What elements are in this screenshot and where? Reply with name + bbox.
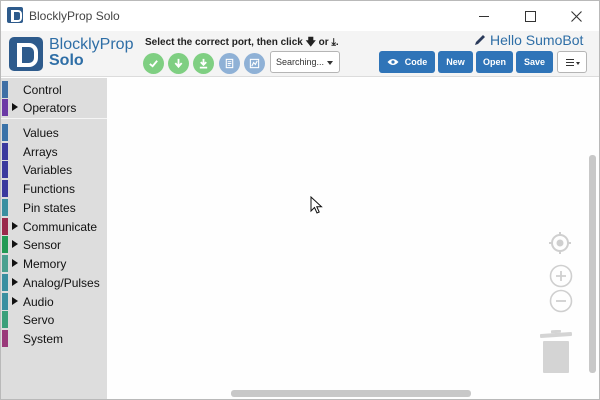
- recenter-icon[interactable]: [548, 231, 572, 255]
- expand-arrow-icon[interactable]: [12, 259, 18, 267]
- mouse-cursor-icon: [310, 196, 323, 214]
- code-button[interactable]: Code: [379, 51, 435, 73]
- sidebar-category-label: Memory: [23, 257, 67, 271]
- app-window: BlocklyProp Solo BlocklyProp Solo Select…: [0, 0, 600, 400]
- sidebar-category-label: Values: [23, 126, 59, 140]
- sidebar-category-servo[interactable]: Servo: [1, 311, 107, 328]
- project-name[interactable]: Hello SumoBot: [473, 32, 583, 48]
- toolbar: BlocklyProp Solo Select the correct port…: [1, 31, 599, 77]
- serial-terminal-icon[interactable]: [219, 53, 240, 74]
- sidebar-category-label: Operators: [23, 101, 77, 115]
- title-bar: BlocklyProp Solo: [1, 1, 599, 31]
- category-color-stripe: [2, 99, 8, 116]
- sidebar-category-label: Audio: [23, 295, 54, 309]
- category-color-stripe: [2, 124, 8, 141]
- port-instruction: Select the correct port, then click 🡇 or…: [145, 35, 339, 52]
- trash-icon[interactable]: [539, 330, 573, 374]
- sidebar-category-audio[interactable]: Audio: [1, 293, 107, 310]
- project-name-text: Hello SumoBot: [490, 32, 584, 48]
- new-button[interactable]: New: [438, 51, 473, 73]
- category-color-stripe: [2, 199, 8, 216]
- expand-arrow-icon[interactable]: [12, 103, 18, 111]
- pencil-icon: [475, 35, 485, 45]
- sidebar-category-functions[interactable]: Functions: [1, 180, 107, 197]
- load-ram-icon[interactable]: [168, 53, 189, 74]
- app-logo-icon: [7, 7, 23, 23]
- sidebar-category-label: Variables: [23, 163, 73, 177]
- horizontal-scrollbar[interactable]: [231, 390, 471, 397]
- block-categories-sidebar: Control Operators Values Arrays Variables Fun…: [1, 78, 107, 399]
- sidebar-category-values[interactable]: Values: [1, 124, 107, 141]
- sidebar-category-label: Communicate: [23, 220, 98, 234]
- sidebar-category-label: Sensor: [23, 238, 62, 252]
- sidebar-category-label: Pin states: [23, 201, 76, 215]
- minimize-icon[interactable]: [461, 1, 507, 31]
- category-color-stripe: [2, 180, 8, 197]
- sidebar-category-label: Functions: [23, 182, 76, 196]
- expand-arrow-icon[interactable]: [12, 297, 18, 305]
- sidebar-category-sensor[interactable]: Sensor: [1, 236, 107, 253]
- eye-icon: [387, 59, 399, 65]
- instruction-end: .: [335, 37, 339, 48]
- sidebar-category-label: System: [23, 332, 64, 346]
- verify-icon[interactable]: [143, 53, 164, 74]
- sidebar-category-arrays[interactable]: Arrays: [1, 143, 107, 160]
- category-separator: [1, 118, 107, 119]
- blockly-workspace[interactable]: [107, 78, 599, 399]
- sidebar-category-communicate[interactable]: Communicate: [1, 218, 107, 235]
- instruction-text: Select the correct port, then click: [145, 37, 303, 48]
- code-button-label: Code: [404, 57, 428, 67]
- options-menu-button[interactable]: [557, 51, 587, 73]
- vertical-scrollbar[interactable]: [589, 155, 596, 373]
- sidebar-category-label: Servo: [23, 313, 55, 327]
- category-color-stripe: [2, 274, 8, 291]
- download-arrow-icon: 🡇: [305, 37, 316, 48]
- category-color-stripe: [2, 330, 8, 347]
- sidebar-category-memory[interactable]: Memory: [1, 255, 107, 272]
- graphing-icon[interactable]: [244, 53, 265, 74]
- sidebar-category-label: Analog/Pulses: [23, 276, 100, 290]
- port-select[interactable]: Searching...: [270, 51, 340, 73]
- expand-arrow-icon[interactable]: [12, 278, 18, 286]
- chevron-down-icon: [576, 62, 580, 65]
- load-eeprom-icon[interactable]: [193, 53, 214, 74]
- sidebar-category-variables[interactable]: Variables: [1, 161, 107, 178]
- maximize-icon[interactable]: [507, 1, 553, 31]
- category-color-stripe: [2, 293, 8, 310]
- zoom-out-icon[interactable]: [549, 289, 573, 313]
- category-color-stripe: [2, 81, 8, 98]
- sidebar-category-pin-states[interactable]: Pin states: [1, 199, 107, 216]
- port-select-value: Searching...: [276, 57, 325, 67]
- zoom-in-icon[interactable]: [549, 264, 573, 288]
- blocklyprop-logo-icon: [9, 37, 43, 71]
- category-color-stripe: [2, 218, 8, 235]
- expand-arrow-icon[interactable]: [12, 240, 18, 248]
- open-button[interactable]: Open: [476, 51, 513, 73]
- brand-edition: Solo: [49, 52, 84, 69]
- category-color-stripe: [2, 143, 8, 160]
- close-icon[interactable]: [553, 1, 599, 31]
- save-button[interactable]: Save: [516, 51, 553, 73]
- sidebar-category-operators[interactable]: Operators: [1, 99, 107, 116]
- category-color-stripe: [2, 311, 8, 328]
- sidebar-category-system[interactable]: System: [1, 330, 107, 347]
- sidebar-category-label: Arrays: [23, 145, 58, 159]
- sidebar-category-analog-pulses[interactable]: Analog/Pulses: [1, 274, 107, 291]
- window-title: BlocklyProp Solo: [29, 9, 120, 23]
- sidebar-category-label: Control: [23, 83, 62, 97]
- category-color-stripe: [2, 236, 8, 253]
- hamburger-icon: [566, 59, 574, 66]
- expand-arrow-icon[interactable]: [12, 222, 18, 230]
- category-color-stripe: [2, 161, 8, 178]
- category-color-stripe: [2, 255, 8, 272]
- sidebar-category-control[interactable]: Control: [1, 81, 107, 98]
- chevron-down-icon: [327, 61, 333, 65]
- instruction-or: or: [318, 37, 329, 48]
